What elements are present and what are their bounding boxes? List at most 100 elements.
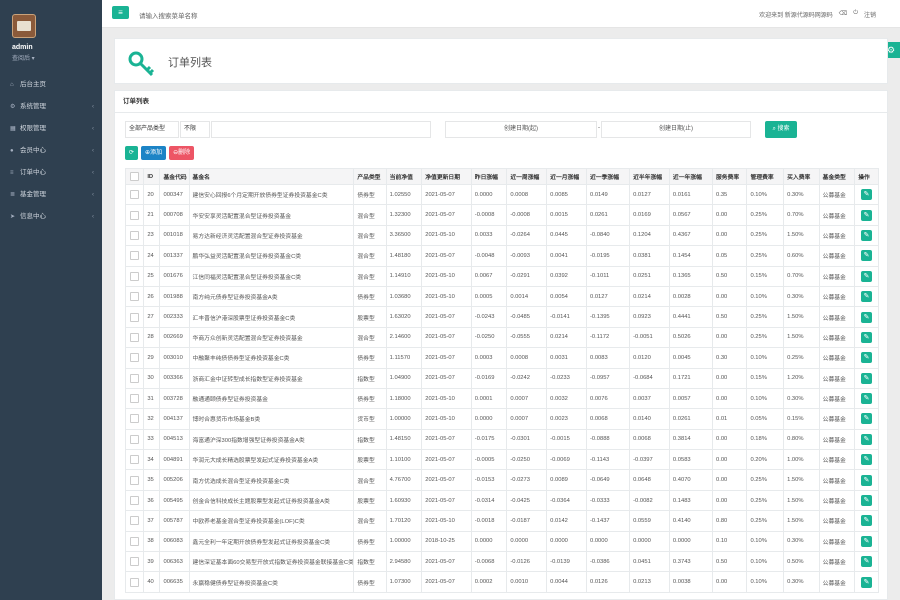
- edit-icon[interactable]: ✎: [861, 229, 873, 241]
- table-cell: 002333: [159, 306, 190, 328]
- avatar[interactable]: [12, 14, 36, 38]
- row-checkbox[interactable]: [130, 414, 140, 424]
- row-checkbox[interactable]: [130, 292, 140, 302]
- row-checkbox[interactable]: [130, 332, 140, 342]
- select-all-checkbox[interactable]: [130, 172, 140, 181]
- row-checkbox[interactable]: [130, 394, 140, 404]
- table-cell: 1.50%: [783, 510, 820, 532]
- table-cell: 0.05: [711, 245, 748, 267]
- edit-icon[interactable]: ✎: [861, 270, 873, 282]
- sidebar-item-5[interactable]: ≣ 基金管理 ‹: [0, 184, 102, 206]
- row-checkbox[interactable]: [130, 271, 140, 281]
- sidebar-item-1[interactable]: ⚙ 系统管理 ‹: [0, 96, 102, 118]
- edit-icon[interactable]: ✎: [861, 556, 873, 568]
- user-role-dropdown[interactable]: 查阅后 ▾: [12, 53, 102, 62]
- sidebar-nav: ⌂ 后台主页 ⚙ 系统管理 ‹ ▦ 权限管理 ‹ ● 会员中心 ‹ ≡ 订单中心 ‹ ≣ 基金管理 ‹ ➤ 信息中心…: [0, 74, 102, 228]
- edit-icon[interactable]: ✎: [861, 352, 873, 364]
- table-cell: 建信安心回报6个月定期开放债券型证券投资基金C类: [188, 183, 355, 206]
- row-checkbox[interactable]: [130, 434, 140, 444]
- edit-icon[interactable]: ✎: [861, 189, 873, 201]
- edit-icon[interactable]: ✎: [861, 515, 873, 527]
- action-cell: ✎: [854, 449, 879, 471]
- edit-icon[interactable]: ✎: [861, 372, 873, 384]
- table-cell: 1.48180: [385, 245, 423, 267]
- edit-icon[interactable]: ✎: [861, 535, 873, 547]
- trash-icon[interactable]: ⌫: [839, 10, 847, 19]
- table-header-row: ID 基金代码 基金名 产品类型 当前净值 净值更新日期 昨日涨幅 近一周涨幅 近一月涨幅 近一季…: [124, 168, 879, 185]
- table-cell: 0.00: [711, 367, 748, 389]
- table-cell: 006635: [159, 571, 190, 593]
- table-cell: 0.00: [711, 469, 748, 491]
- edit-icon[interactable]: ✎: [861, 454, 873, 466]
- sidebar-item-4[interactable]: ≡ 订单中心 ‹: [0, 162, 102, 184]
- table-cell: 0.0000: [470, 530, 508, 553]
- table-cell: 2.94580: [385, 551, 423, 573]
- sidebar-item-0[interactable]: ⌂ 后台主页: [0, 74, 102, 96]
- edit-icon[interactable]: ✎: [861, 576, 873, 588]
- logout-link[interactable]: 注销: [864, 10, 876, 19]
- menu-toggle-button[interactable]: ≡: [112, 6, 129, 19]
- edit-icon[interactable]: ✎: [861, 311, 873, 323]
- date-end-input[interactable]: 创建日期(止): [601, 121, 751, 138]
- row-checkbox[interactable]: [130, 373, 140, 383]
- row-checkbox[interactable]: [130, 190, 140, 200]
- power-icon[interactable]: ⏻: [853, 10, 858, 19]
- table-cell: 0.0015: [546, 204, 587, 226]
- row-checkbox[interactable]: [130, 557, 140, 567]
- refresh-button[interactable]: ⟳: [125, 146, 139, 160]
- row-checkbox[interactable]: [130, 230, 140, 240]
- sidebar-item-2[interactable]: ▦ 权限管理 ‹: [0, 118, 102, 140]
- row-checkbox[interactable]: [130, 455, 140, 465]
- username: admin: [12, 44, 33, 51]
- table-cell: 0.0023: [546, 408, 587, 430]
- table-cell: 2021-05-07: [421, 367, 472, 389]
- table-cell: 0.0120: [629, 347, 670, 369]
- table-row: 35 005206 南方优选成长混合型证券投资基金C类 混合型 4.76700 2021-…: [124, 469, 879, 491]
- delete-button[interactable]: ⊖删除: [169, 146, 195, 160]
- row-checkbox[interactable]: [130, 577, 140, 587]
- row-checkbox[interactable]: [130, 536, 140, 546]
- edit-icon[interactable]: ✎: [861, 331, 873, 343]
- edit-icon[interactable]: ✎: [861, 209, 873, 221]
- menu-search-input[interactable]: 请输入搜索菜单名称: [139, 10, 198, 20]
- product-type-select[interactable]: 全部产品类型: [125, 121, 179, 138]
- table-cell: 债券型: [353, 387, 387, 410]
- sidebar-item-6[interactable]: ➤ 信息中心 ‹: [0, 206, 102, 228]
- search-button[interactable]: ⌕ 搜索: [765, 121, 797, 138]
- table-cell: 公募基金: [818, 408, 856, 430]
- chevron-left-icon: ‹: [92, 214, 94, 220]
- edit-icon[interactable]: ✎: [861, 393, 873, 405]
- row-checkbox[interactable]: [130, 516, 140, 526]
- edit-icon[interactable]: ✎: [861, 250, 873, 262]
- table-cell: 0.0045: [668, 347, 714, 369]
- table-cell: -0.0048: [470, 245, 508, 267]
- row-checkbox[interactable]: [130, 496, 140, 506]
- table-cell: 0.0044: [546, 571, 587, 593]
- edit-icon[interactable]: ✎: [861, 495, 873, 507]
- key-icon: [128, 51, 155, 77]
- edit-icon[interactable]: ✎: [861, 291, 873, 303]
- date-start-input[interactable]: 创建日期(起): [445, 121, 597, 138]
- table-cell: -0.0264: [506, 224, 548, 247]
- table-cell: 鹏华弘益灵活配置混合型证券投资基金C类: [188, 245, 355, 267]
- column-header: 基金代码: [159, 168, 190, 185]
- action-cell: ✎: [854, 387, 879, 410]
- user-icon: ●: [10, 148, 14, 154]
- row-checkbox[interactable]: [130, 210, 140, 220]
- row-checkbox[interactable]: [130, 353, 140, 363]
- table-cell: 2021-05-07: [421, 204, 472, 226]
- table-row: 26 001988 南方纯元债券型证券投资基金A类 债券型 1.03680 2021-05…: [124, 285, 879, 308]
- row-checkbox[interactable]: [130, 475, 140, 485]
- status-select[interactable]: 不限: [180, 121, 210, 138]
- sidebar-item-3[interactable]: ● 会员中心 ‹: [0, 140, 102, 162]
- row-checkbox[interactable]: [130, 312, 140, 322]
- table-cell: 0.00: [711, 326, 748, 349]
- edit-icon[interactable]: ✎: [861, 474, 873, 486]
- table-cell: 27: [143, 306, 161, 328]
- row-checkbox[interactable]: [130, 251, 140, 261]
- edit-icon[interactable]: ✎: [861, 413, 873, 425]
- edit-icon[interactable]: ✎: [861, 433, 873, 445]
- table-cell: 26: [143, 285, 161, 308]
- add-button[interactable]: ⊕添加: [141, 146, 167, 160]
- keyword-input[interactable]: [211, 121, 431, 138]
